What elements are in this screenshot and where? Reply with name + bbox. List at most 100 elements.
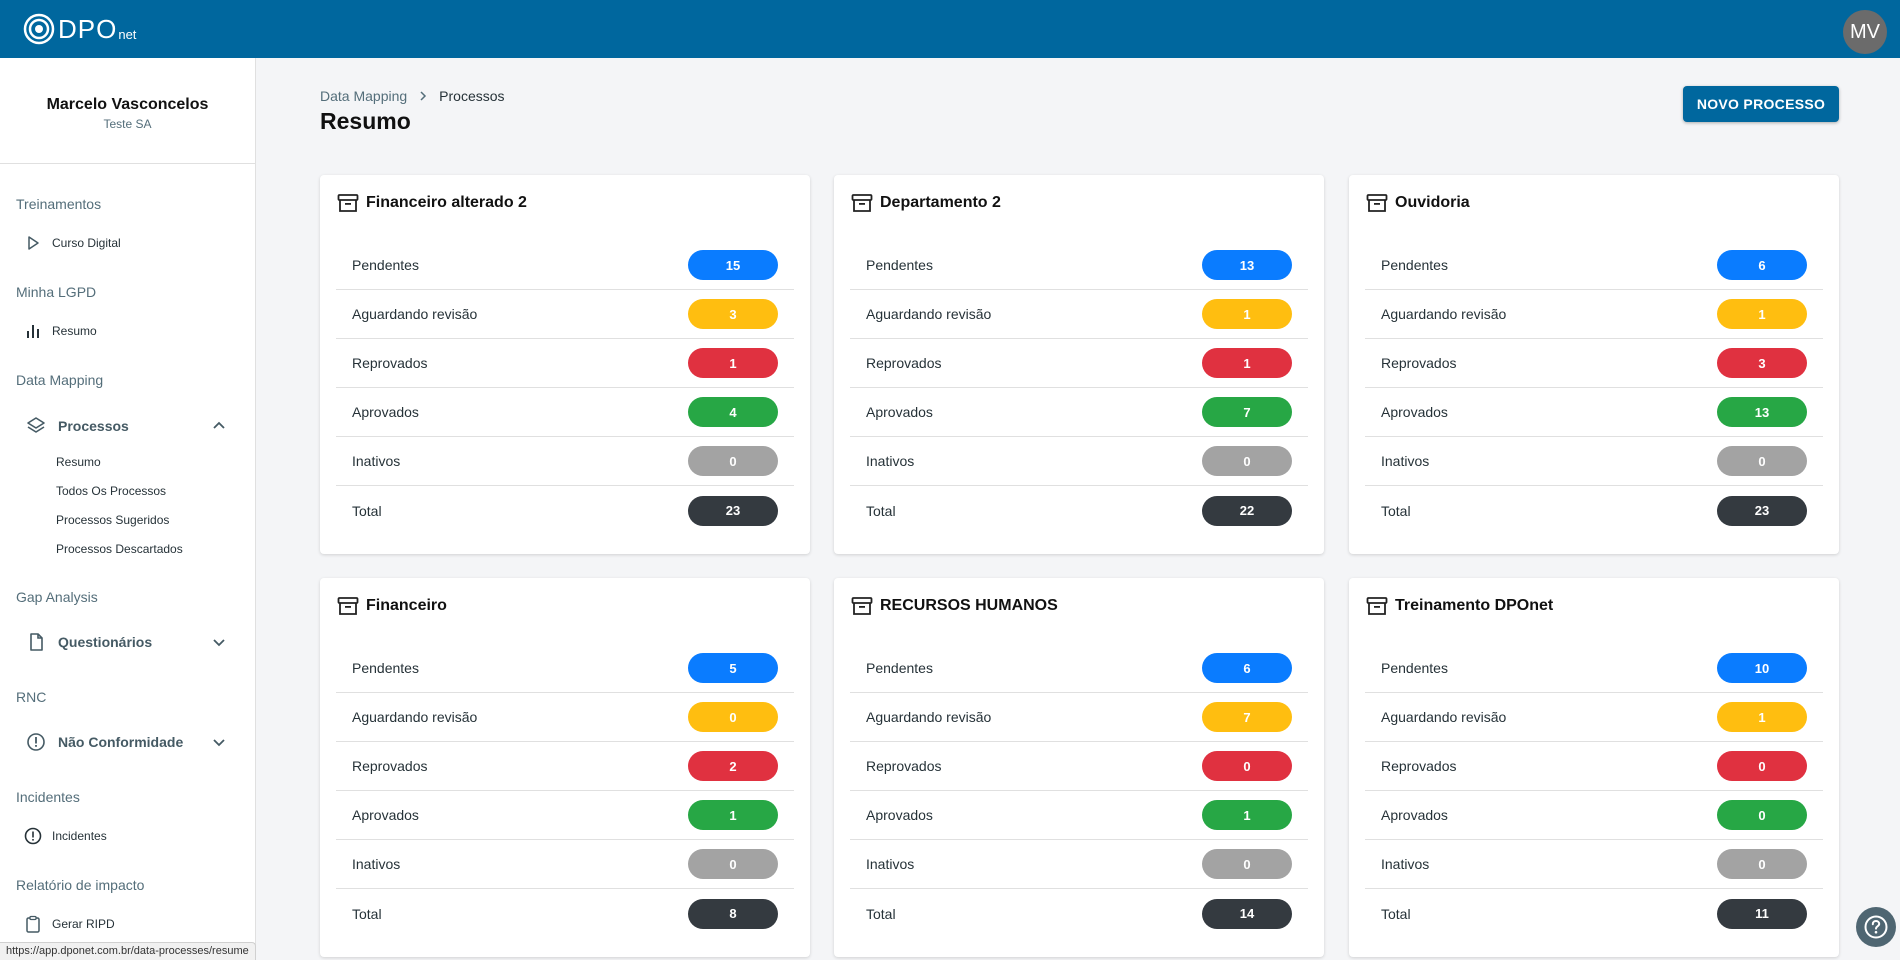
user-company: Teste SA [103, 117, 152, 131]
count-badge-reprovados: 0 [1717, 751, 1807, 781]
row-inativos[interactable]: Inativos 0 [1365, 437, 1823, 486]
row-aguardando-revisao[interactable]: Aguardando revisão 7 [850, 693, 1308, 742]
chevron-down-icon[interactable] [210, 633, 228, 651]
row-pendentes[interactable]: Pendentes 6 [850, 644, 1308, 693]
row-label: Aprovados [866, 404, 933, 420]
sidebar-subitem-todos-processos[interactable]: Todos Os Processos [56, 484, 166, 498]
count-badge-pendentes: 6 [1717, 250, 1807, 280]
row-label: Inativos [866, 453, 915, 469]
document-icon [30, 633, 43, 651]
archive-box-icon [337, 194, 359, 212]
count-badge-aprovados: 7 [1202, 397, 1292, 427]
row-reprovados[interactable]: Reprovados 0 [850, 742, 1308, 791]
sidebar-subitem-processos-sugeridos[interactable]: Processos Sugeridos [56, 513, 169, 527]
row-aprovados[interactable]: Aprovados 1 [336, 791, 794, 840]
dponet-logo[interactable]: DPO net [22, 10, 136, 48]
count-badge-aguardando: 1 [1717, 702, 1807, 732]
status-list: Pendentes 13 Aguardando revisão 1 Reprovad… [850, 241, 1308, 535]
sidebar-item-questionarios[interactable]: Questionários [26, 632, 152, 652]
row-pendentes[interactable]: Pendentes 6 [1365, 241, 1823, 290]
department-card: Ouvidoria Pendentes 6 Aguardando revisão 1… [1349, 175, 1839, 554]
row-aprovados[interactable]: Aprovados 13 [1365, 388, 1823, 437]
row-reprovados[interactable]: Reprovados 2 [336, 742, 794, 791]
sidebar-item-processos[interactable]: Processos [26, 416, 129, 436]
row-reprovados[interactable]: Reprovados 0 [1365, 742, 1823, 791]
row-aguardando-revisao[interactable]: Aguardando revisão 3 [336, 290, 794, 339]
row-label: Reprovados [1381, 355, 1457, 371]
row-inativos[interactable]: Inativos 0 [850, 437, 1308, 486]
row-total[interactable]: Total 23 [336, 486, 794, 535]
sidebar-subitem-resumo[interactable]: Resumo [56, 455, 101, 469]
row-total[interactable]: Total 8 [336, 889, 794, 938]
department-card: Financeiro Pendentes 5 Aguardando revisão… [320, 578, 810, 957]
breadcrumb-data-mapping[interactable]: Data Mapping [320, 88, 407, 104]
row-pendentes[interactable]: Pendentes 15 [336, 241, 794, 290]
status-list: Pendentes 5 Aguardando revisão 0 Reprovado… [336, 644, 794, 938]
clipboard-icon [26, 915, 40, 933]
browser-status-url: https://app.dponet.com.br/data-processes… [0, 942, 256, 960]
row-label: Total [866, 502, 896, 519]
row-label: Reprovados [866, 355, 942, 371]
sidebar-item-label: Incidentes [52, 829, 107, 843]
row-aguardando-revisao[interactable]: Aguardando revisão 1 [850, 290, 1308, 339]
count-badge-total: 14 [1202, 898, 1292, 929]
count-badge-reprovados: 2 [688, 751, 778, 781]
count-badge-pendentes: 5 [688, 653, 778, 683]
logo-text: DPO [58, 14, 118, 44]
sidebar-item-label: Resumo [52, 324, 97, 338]
row-total[interactable]: Total 22 [850, 486, 1308, 535]
row-aprovados[interactable]: Aprovados 1 [850, 791, 1308, 840]
sidebar-item-label: Não Conformidade [58, 734, 184, 750]
row-label: Reprovados [352, 758, 428, 774]
row-total[interactable]: Total 11 [1365, 889, 1823, 938]
status-list: Pendentes 6 Aguardando revisão 1 Reprovado… [1365, 241, 1823, 535]
card-header: Departamento 2 [850, 191, 1001, 215]
row-label: Aguardando revisão [352, 709, 478, 725]
dponet-logo-icon [23, 13, 55, 45]
row-reprovados[interactable]: Reprovados 1 [336, 339, 794, 388]
row-label: Aprovados [866, 807, 933, 823]
chevron-down-icon[interactable] [210, 733, 228, 751]
row-pendentes[interactable]: Pendentes 5 [336, 644, 794, 693]
sidebar-item-resumo-lgpd[interactable]: Resumo [24, 322, 97, 340]
novo-processo-button[interactable]: NOVO PROCESSO [1683, 86, 1839, 122]
row-total[interactable]: Total 23 [1365, 486, 1823, 535]
count-badge-reprovados: 3 [1717, 348, 1807, 378]
row-label: Reprovados [352, 355, 428, 371]
chevron-up-icon[interactable] [210, 417, 228, 435]
row-reprovados[interactable]: Reprovados 1 [850, 339, 1308, 388]
row-aprovados[interactable]: Aprovados 7 [850, 388, 1308, 437]
count-badge-total: 8 [688, 898, 778, 929]
sidebar-item-incidentes[interactable]: Incidentes [24, 827, 107, 845]
row-label: Total [1381, 905, 1411, 922]
user-name: Marcelo Vasconcelos [46, 96, 209, 113]
row-inativos[interactable]: Inativos 0 [336, 840, 794, 889]
row-aguardando-revisao[interactable]: Aguardando revisão 0 [336, 693, 794, 742]
row-total[interactable]: Total 14 [850, 889, 1308, 938]
count-badge-inativos: 0 [1717, 849, 1807, 879]
row-pendentes[interactable]: Pendentes 10 [1365, 644, 1823, 693]
alert-circle-icon [24, 827, 42, 845]
sidebar-item-gerar-ripd[interactable]: Gerar RIPD [24, 915, 115, 933]
help-button[interactable] [1856, 907, 1896, 947]
count-badge-inativos: 0 [688, 446, 778, 476]
sidebar-subitem-processos-descartados[interactable]: Processos Descartados [56, 542, 183, 556]
row-inativos[interactable]: Inativos 0 [1365, 840, 1823, 889]
sidebar-item-curso-digital[interactable]: Curso Digital [24, 234, 121, 252]
row-inativos[interactable]: Inativos 0 [850, 840, 1308, 889]
row-inativos[interactable]: Inativos 0 [336, 437, 794, 486]
row-aprovados[interactable]: Aprovados 4 [336, 388, 794, 437]
row-aguardando-revisao[interactable]: Aguardando revisão 1 [1365, 693, 1823, 742]
row-aguardando-revisao[interactable]: Aguardando revisão 1 [1365, 290, 1823, 339]
row-label: Reprovados [866, 758, 942, 774]
row-reprovados[interactable]: Reprovados 3 [1365, 339, 1823, 388]
section-minha-lgpd: Minha LGPD [16, 284, 97, 300]
row-label: Inativos [352, 453, 401, 469]
row-label: Total [866, 905, 896, 922]
count-badge-pendentes: 13 [1202, 250, 1292, 280]
user-avatar[interactable]: MV [1843, 10, 1887, 54]
row-aprovados[interactable]: Aprovados 0 [1365, 791, 1823, 840]
row-pendentes[interactable]: Pendentes 13 [850, 241, 1308, 290]
play-icon [28, 236, 39, 250]
sidebar-item-nao-conformidade[interactable]: Não Conformidade [26, 732, 183, 752]
